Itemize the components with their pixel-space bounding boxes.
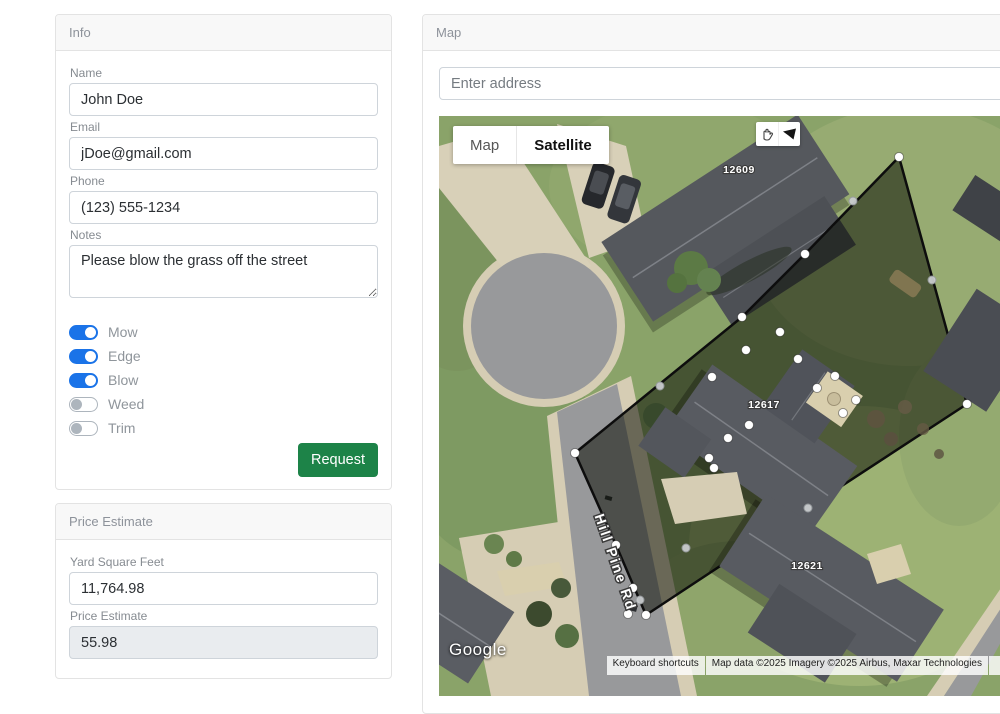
weed-toggle[interactable] xyxy=(69,397,98,412)
map-type-control: Map Satellite xyxy=(453,126,609,164)
email-label: Email xyxy=(70,120,378,134)
draw-polygon-button[interactable] xyxy=(778,122,801,146)
toggle-knob xyxy=(71,423,82,434)
map-data-attribution: Map data ©2025 Imagery ©2025 Airbus, Max… xyxy=(706,656,988,675)
attribution-stub xyxy=(989,656,1000,675)
map-canvas[interactable]: 12609 12617 12621 Hill Pine Rd xyxy=(439,116,1000,696)
edge-toggle[interactable] xyxy=(69,349,98,364)
phone-label: Phone xyxy=(70,174,378,188)
house-label-12609: 12609 xyxy=(723,164,755,176)
map-panel-title: Map xyxy=(423,15,1000,51)
blow-toggle-label: Blow xyxy=(108,372,138,388)
map-view-button[interactable]: Map xyxy=(453,126,517,164)
yard-square-feet-input[interactable] xyxy=(69,572,378,605)
name-input[interactable] xyxy=(69,83,378,116)
email-input[interactable] xyxy=(69,137,378,170)
house-label-12621: 12621 xyxy=(791,560,823,572)
yard-square-feet-label: Yard Square Feet xyxy=(70,555,378,569)
satellite-map[interactable]: 12609 12617 12621 Hill Pine Rd Map Satel… xyxy=(439,116,1000,696)
map-attribution: Keyboard shortcuts Map data ©2025 Imager… xyxy=(439,656,1000,675)
price-estimate-label: Price Estimate xyxy=(70,609,378,623)
blow-toggle[interactable] xyxy=(69,373,98,388)
toggle-knob xyxy=(85,327,96,338)
info-panel: Info Name Email Phone Notes Please blow … xyxy=(55,14,392,490)
keyboard-shortcuts-link[interactable]: Keyboard shortcuts xyxy=(607,656,705,675)
price-panel-title: Price Estimate xyxy=(56,504,391,540)
notes-label: Notes xyxy=(70,228,378,242)
trim-toggle-label: Trim xyxy=(108,420,135,436)
toggle-knob xyxy=(85,375,96,386)
map-panel: Map xyxy=(422,14,1000,714)
drawing-control xyxy=(756,122,800,146)
satellite-view-button[interactable]: Satellite xyxy=(517,126,609,164)
mow-toggle-label: Mow xyxy=(108,324,138,340)
phone-input[interactable] xyxy=(69,191,378,224)
price-estimate-panel: Price Estimate Yard Square Feet Price Es… xyxy=(55,503,392,679)
address-search-input[interactable] xyxy=(439,67,1000,100)
request-button[interactable]: Request xyxy=(298,443,378,477)
price-estimate-input xyxy=(69,626,378,659)
edge-toggle-label: Edge xyxy=(108,348,141,364)
name-label: Name xyxy=(70,66,378,80)
house-label-12617: 12617 xyxy=(748,399,780,411)
polygon-draw-icon xyxy=(781,127,798,142)
trim-toggle[interactable] xyxy=(69,421,98,436)
toggle-knob xyxy=(71,399,82,410)
mow-toggle[interactable] xyxy=(69,325,98,340)
info-panel-title: Info xyxy=(56,15,391,51)
pan-hand-button[interactable] xyxy=(756,122,778,146)
toggle-knob xyxy=(85,351,96,362)
weed-toggle-label: Weed xyxy=(108,396,144,412)
hand-icon xyxy=(758,126,775,143)
notes-textarea[interactable]: Please blow the grass off the street xyxy=(69,245,378,298)
